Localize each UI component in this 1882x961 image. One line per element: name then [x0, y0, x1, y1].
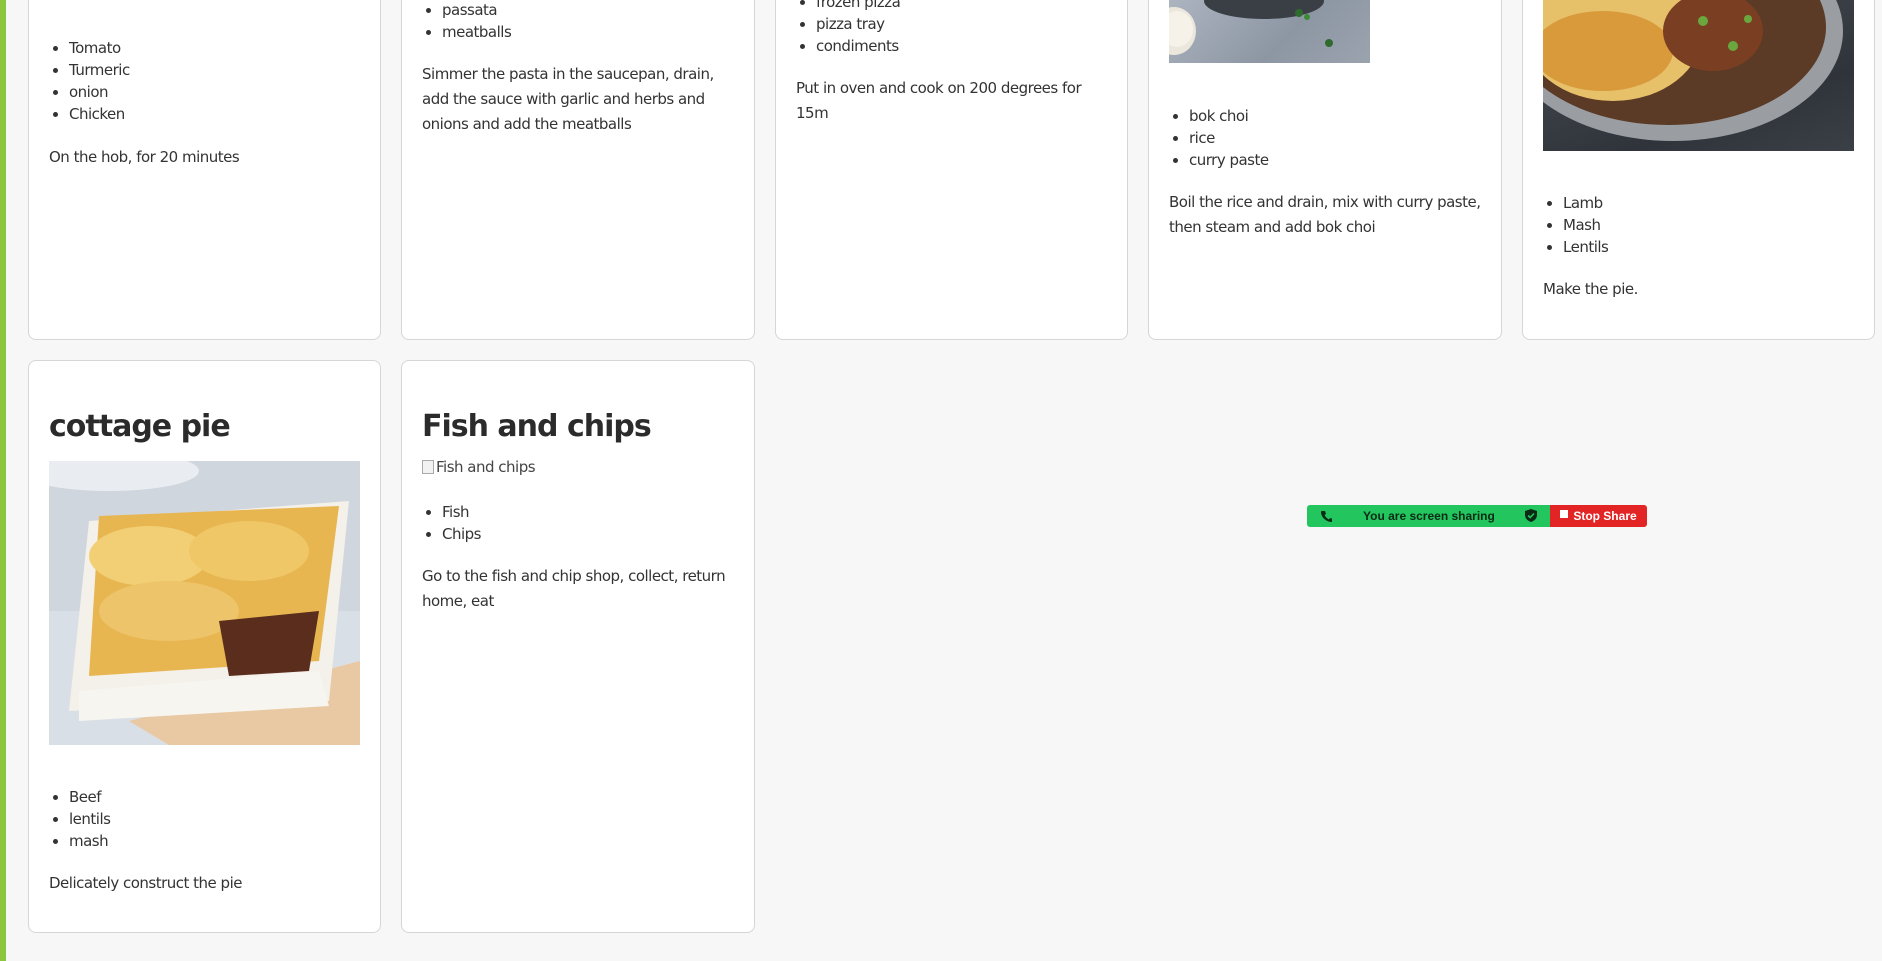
recipe-method: Delicately construct the pie [49, 874, 242, 892]
ingredient-item: bok choi [1189, 105, 1481, 127]
ingredient-item: meatballs [442, 21, 734, 43]
image-alt-text: Fish and chips [436, 458, 536, 476]
ingredient-item: lentils [69, 808, 360, 830]
ingredient-item: Chips [442, 523, 734, 545]
broken-image: Fish and chips [422, 458, 734, 476]
ingredient-item: Chicken [69, 103, 360, 125]
stop-icon [1560, 510, 1569, 518]
ingredient-list: frozen pizza pizza tray condiments [796, 0, 1107, 57]
ingredient-list: passata meatballs [422, 0, 734, 43]
ingredient-item: frozen pizza [816, 0, 1107, 13]
recipe-card: Lamb Mash Lentils Make the pie. [1522, 0, 1875, 340]
ingredient-item: onion [69, 81, 360, 103]
broken-image-icon [422, 460, 434, 474]
recipe-title: Fish and chips [422, 409, 652, 444]
recipe-card: passata meatballs Simmer the pasta in th… [401, 0, 755, 340]
screen-share-bar: You are screen sharing Stop Share [1307, 505, 1647, 527]
cottage-pie-photo-art [49, 461, 360, 745]
recipe-method: On the hob, for 20 minutes [49, 148, 240, 166]
recipe-method: Go to the fish and chip shop, collect, r… [422, 567, 726, 610]
ingredient-item: passata [442, 0, 734, 21]
phone-icon [1321, 511, 1332, 522]
recipe-photo [1169, 0, 1370, 63]
ingredient-item: Beef [69, 786, 360, 808]
ingredient-list: bok choi rice curry paste [1169, 105, 1481, 171]
ingredient-list: Fish Chips [422, 501, 734, 545]
recipe-card: bok choi rice curry paste Boil the rice … [1148, 0, 1502, 340]
left-accent-bar [0, 0, 6, 961]
ingredient-item: Turmeric [69, 59, 360, 81]
recipe-card: Tomato Turmeric onion Chicken On the hob… [28, 0, 381, 340]
ingredient-item: Lamb [1563, 192, 1854, 214]
ingredient-item: pizza tray [816, 13, 1107, 35]
ingredient-item: Tomato [69, 37, 360, 59]
recipe-photo [1543, 0, 1854, 151]
recipe-photo [49, 461, 360, 745]
recipe-card: Fish and chips Fish and chips Fish Chips… [401, 360, 755, 933]
recipe-card: cottage pie Beef lentils mash Delicately… [28, 360, 381, 933]
curry-photo-art [1169, 0, 1333, 55]
ingredient-item: mash [69, 830, 360, 852]
recipe-title: cottage pie [49, 409, 231, 444]
recipe-method: Put in oven and cook on 200 degrees for … [796, 79, 1082, 122]
ingredient-item: condiments [816, 35, 1107, 57]
ingredient-item: Mash [1563, 214, 1854, 236]
recipe-method: Boil the rice and drain, mix with curry … [1169, 193, 1481, 236]
ingredient-list: Tomato Turmeric onion Chicken [49, 37, 360, 125]
ingredient-item: curry paste [1189, 149, 1481, 171]
recipe-method: Make the pie. [1543, 280, 1638, 298]
stop-share-label: Stop Share [1573, 509, 1637, 523]
ingredient-list: Lamb Mash Lentils [1543, 192, 1854, 258]
shield-check-icon [1525, 509, 1537, 522]
ingredient-item: Lentils [1563, 236, 1854, 258]
recipe-method: Simmer the pasta in the saucepan, drain,… [422, 65, 714, 133]
recipe-card: frozen pizza pizza tray condiments Put i… [775, 0, 1128, 340]
share-status-text: You are screen sharing [1363, 509, 1495, 523]
lamb-pie-photo-art [1543, 0, 1843, 141]
ingredient-list: Beef lentils mash [49, 786, 360, 852]
share-status[interactable]: You are screen sharing [1307, 505, 1550, 527]
ingredient-item: Fish [442, 501, 734, 523]
ingredient-item: rice [1189, 127, 1481, 149]
stop-share-button[interactable]: Stop Share [1550, 505, 1647, 527]
